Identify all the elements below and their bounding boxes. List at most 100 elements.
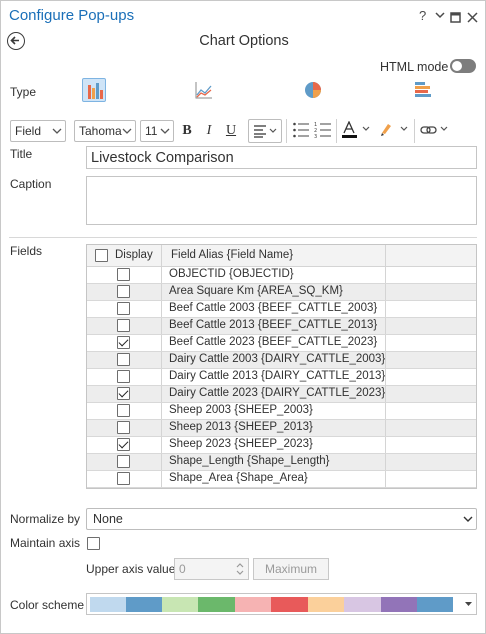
column-separator — [385, 318, 386, 334]
column-separator — [161, 386, 162, 402]
field-row[interactable]: Beef Cattle 2023 {BEEF_CATTLE_2023} — [87, 335, 476, 352]
help-button[interactable]: ? — [419, 7, 426, 25]
font-size-dropdown[interactable]: 11 — [140, 120, 174, 142]
field-row[interactable]: Beef Cattle 2003 {BEEF_CATTLE_2003} — [87, 301, 476, 318]
fields-table-header: Display Field Alias {Field Name} — [87, 245, 476, 267]
bulleted-list-icon — [293, 122, 309, 138]
display-checkbox[interactable] — [117, 319, 130, 332]
field-alias: Shape_Length {Shape_Length} — [169, 455, 330, 467]
font-color-button[interactable] — [342, 120, 374, 139]
color-scheme-label: Color scheme — [10, 598, 85, 612]
bulleted-list-button[interactable] — [292, 121, 310, 139]
display-checkbox[interactable] — [117, 455, 130, 468]
color-swatch — [90, 597, 126, 612]
html-mode-toggle[interactable] — [450, 59, 476, 73]
pie-chart-button[interactable] — [301, 78, 325, 102]
column-separator — [161, 420, 162, 436]
font-size-value: 11 — [145, 124, 158, 138]
maximum-button[interactable]: Maximum — [253, 558, 329, 580]
column-separator — [385, 335, 386, 351]
color-swatch — [271, 597, 308, 612]
field-row[interactable]: Beef Cattle 2013 {BEEF_CATTLE_2013} — [87, 318, 476, 335]
column-separator — [161, 437, 162, 453]
column-separator — [385, 420, 386, 436]
toolbar-separator — [414, 119, 415, 143]
field-dropdown[interactable]: Field — [10, 120, 66, 142]
field-row[interactable]: Dairy Cattle 2003 {DAIRY_CATTLE_2003} — [87, 352, 476, 369]
caption-input[interactable] — [86, 176, 477, 225]
color-scheme-dropdown[interactable] — [86, 593, 477, 615]
column-separator — [385, 471, 386, 487]
chevron-down-icon — [52, 121, 62, 149]
color-swatch — [198, 597, 235, 612]
field-row[interactable]: Sheep 2023 {SHEEP_2023} — [87, 437, 476, 454]
color-swatch — [344, 597, 381, 612]
underline-button[interactable]: U — [222, 120, 240, 142]
column-separator — [385, 403, 386, 419]
maximize-icon — [450, 12, 461, 23]
close-button[interactable] — [467, 10, 478, 28]
font-color-icon — [342, 120, 370, 138]
field-row[interactable]: Shape_Area {Shape_Area} — [87, 471, 476, 488]
upper-axis-input[interactable]: 0 — [174, 558, 249, 580]
display-checkbox[interactable] — [117, 353, 130, 366]
column-separator — [385, 301, 386, 317]
column-separator — [161, 301, 162, 317]
upper-axis-label: Upper axis value — [86, 562, 176, 576]
field-row[interactable]: Dairy Cattle 2013 {DAIRY_CATTLE_2013} — [87, 369, 476, 386]
display-checkbox[interactable] — [117, 268, 130, 281]
type-label: Type — [10, 85, 37, 99]
column-separator — [161, 471, 162, 487]
toolbar-separator — [336, 119, 337, 143]
bar-chart-button[interactable] — [411, 78, 435, 102]
fields-label: Fields — [10, 244, 43, 258]
maximize-button[interactable] — [450, 10, 461, 28]
display-checkbox[interactable] — [117, 421, 130, 434]
display-checkbox[interactable] — [117, 472, 130, 485]
color-swatch — [162, 597, 198, 612]
field-alias: Dairy Cattle 2003 {DAIRY_CATTLE_2003} — [169, 353, 386, 365]
column-separator — [385, 454, 386, 470]
svg-text:3: 3 — [314, 134, 317, 139]
select-all-checkbox[interactable] — [95, 249, 108, 262]
align-left-icon — [254, 125, 277, 138]
field-row[interactable]: Sheep 2013 {SHEEP_2013} — [87, 420, 476, 437]
align-button[interactable] — [248, 119, 282, 143]
bold-button[interactable]: B — [178, 120, 196, 142]
display-checkbox[interactable] — [117, 302, 130, 315]
font-dropdown[interactable]: Tahoma — [74, 120, 136, 142]
display-checkbox[interactable] — [117, 387, 130, 400]
italic-button[interactable]: I — [200, 120, 218, 142]
field-row[interactable]: Area Square Km {AREA_SQ_KM} — [87, 284, 476, 301]
line-chart-button[interactable] — [192, 78, 216, 102]
column-separator — [385, 437, 386, 453]
highlight-color-button[interactable] — [378, 121, 410, 139]
display-checkbox[interactable] — [117, 370, 130, 383]
link-icon — [420, 126, 448, 134]
column-separator — [161, 454, 162, 470]
field-row[interactable]: OBJECTID {OBJECTID} — [87, 267, 476, 284]
pane-options-button[interactable] — [435, 7, 445, 25]
column-separator — [161, 369, 162, 385]
column-chart-button[interactable] — [82, 78, 106, 102]
numbered-list-button[interactable]: 1 2 3 — [314, 121, 332, 140]
field-alias: Area Square Km {AREA_SQ_KM} — [169, 285, 343, 297]
column-separator — [161, 318, 162, 334]
normalize-dropdown[interactable]: None — [86, 508, 477, 530]
display-checkbox[interactable] — [117, 336, 130, 349]
field-row[interactable]: Dairy Cattle 2023 {DAIRY_CATTLE_2023} — [87, 386, 476, 403]
section-divider — [9, 237, 477, 238]
field-alias: Beef Cattle 2003 {BEEF_CATTLE_2003} — [169, 302, 378, 314]
field-row[interactable]: Shape_Length {Shape_Length} — [87, 454, 476, 471]
insert-link-button[interactable] — [420, 121, 452, 139]
field-row[interactable]: Sheep 2003 {SHEEP_2003} — [87, 403, 476, 420]
maintain-axis-checkbox[interactable] — [87, 537, 100, 550]
display-checkbox[interactable] — [117, 285, 130, 298]
chart-options-title: Chart Options — [199, 33, 289, 49]
field-alias: Dairy Cattle 2023 {DAIRY_CATTLE_2023} — [169, 387, 386, 399]
display-checkbox[interactable] — [117, 404, 130, 417]
display-checkbox[interactable] — [117, 438, 130, 451]
chevron-down-icon — [160, 121, 170, 149]
column-separator — [161, 245, 162, 266]
toolbar-separator — [286, 119, 287, 143]
